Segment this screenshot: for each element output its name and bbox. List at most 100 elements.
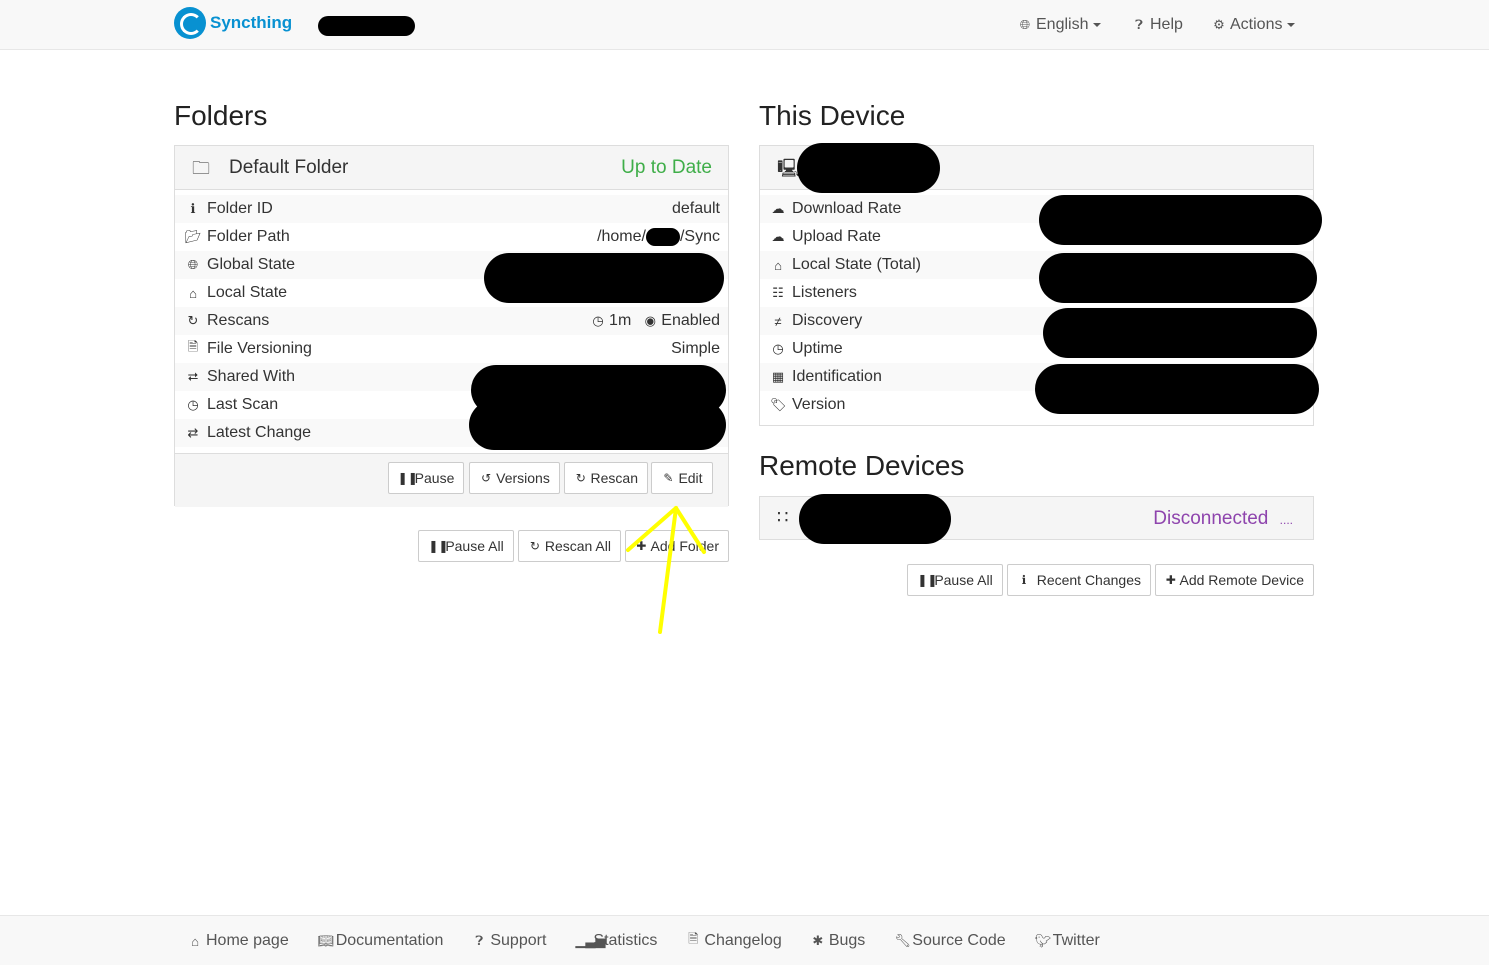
- cloud-upload-icon: ☁: [771, 229, 785, 244]
- globe-icon: 🌐︎: [1019, 17, 1031, 32]
- row-label: Uptime: [792, 340, 843, 357]
- footer-statistics-link[interactable]: ▁▃▅ Statistics: [575, 932, 657, 950]
- link-label: Statistics: [593, 932, 658, 949]
- row-label: Identification: [792, 368, 882, 385]
- recent-changes-button[interactable]: ℹ Recent Changes: [1007, 564, 1151, 596]
- edit-folder-button[interactable]: ✎ Edit: [651, 462, 713, 494]
- link-label: Changelog: [704, 932, 782, 949]
- share-icon: ⮂: [187, 369, 199, 384]
- qrcode-icon: ▦: [771, 369, 785, 384]
- footer-home-link[interactable]: ⌂ Home page: [188, 932, 289, 950]
- link-label: Bugs: [828, 932, 866, 949]
- home-icon: ⌂: [774, 257, 782, 273]
- pause-icon: ❚❚: [428, 539, 449, 553]
- help-menu[interactable]: ❓︎ Help: [1132, 0, 1183, 50]
- redacted-identification-version: [1035, 364, 1319, 414]
- info-circle-icon: ℹ: [190, 201, 196, 216]
- info-circle-icon: ℹ: [1021, 573, 1027, 587]
- row-label: Folder Path: [207, 228, 290, 245]
- eye-icon: ◉: [644, 313, 656, 328]
- twitter-icon: 🐦︎: [1034, 933, 1052, 948]
- rescan-interval: 1m: [609, 312, 632, 329]
- add-remote-device-button[interactable]: ✚ Add Remote Device: [1155, 564, 1314, 596]
- file-text-icon: 🗎︎: [688, 931, 699, 946]
- plus-icon: ✚: [1165, 573, 1176, 587]
- pause-folder-button[interactable]: ❚❚ Pause: [388, 462, 464, 494]
- file-versioning-value: Simple: [671, 340, 720, 357]
- row-label: Local State (Total): [792, 256, 921, 273]
- button-label: Recent Changes: [1036, 572, 1141, 588]
- link-label: Documentation: [335, 932, 444, 949]
- folder-icon: 🗀︎: [192, 158, 210, 178]
- pencil-icon: ✎: [663, 471, 674, 485]
- link-label: Source Code: [912, 932, 1006, 949]
- folder-path-value: /home/ /Sync: [597, 228, 720, 246]
- redacted-device-name: [797, 143, 940, 193]
- rescan-all-button[interactable]: ↻ Rescan All: [518, 530, 621, 562]
- footer-twitter-link[interactable]: 🐦︎ Twitter: [1035, 932, 1100, 950]
- status-text: Disconnected: [1153, 508, 1269, 529]
- row-file-versioning: 🗎︎ File Versioning Simple: [175, 335, 728, 363]
- bug-icon: ✱: [812, 933, 824, 948]
- folder-name: Default Folder: [229, 157, 349, 178]
- row-label: Listeners: [792, 284, 857, 301]
- rescan-folder-button[interactable]: ↻ Rescan: [564, 462, 648, 494]
- tag-icon: 🏷︎: [770, 397, 787, 412]
- folders-heading: Folders: [174, 100, 268, 131]
- button-label: Pause All: [934, 572, 993, 588]
- help-label: Help: [1150, 16, 1183, 33]
- language-label: English: [1036, 16, 1089, 33]
- row-folder-id: ℹ Folder ID default: [175, 195, 728, 223]
- annotation-arrow-icon: [626, 506, 706, 634]
- redacted-scan-values: [469, 400, 726, 450]
- row-label: Shared With: [207, 368, 296, 385]
- pause-all-folders-button[interactable]: ❚❚ Pause All: [418, 530, 514, 562]
- footer-changelog-link[interactable]: 🗎︎ Changelog: [686, 930, 782, 952]
- footer-bugs-link[interactable]: ✱ Bugs: [811, 932, 865, 950]
- folder-status: Up to Date: [621, 157, 712, 178]
- row-label: Rescans: [207, 312, 270, 329]
- row-label: Discovery: [792, 312, 863, 329]
- globe-icon: 🌐︎: [187, 257, 199, 272]
- brand-link[interactable]: Syncthing: [174, 7, 292, 39]
- row-label: Latest Change: [207, 424, 312, 441]
- path-prefix: /home/: [597, 228, 646, 245]
- book-icon: 📖︎: [317, 933, 335, 948]
- row-label: Version: [792, 396, 846, 413]
- footer-documentation-link[interactable]: 📖︎ Documentation: [318, 932, 444, 950]
- folder-open-icon: 📂︎: [185, 229, 202, 244]
- pause-icon: ❚❚: [917, 573, 938, 587]
- refresh-icon: ↻: [575, 471, 586, 485]
- button-label: Pause All: [445, 538, 504, 554]
- redacted-discovery-uptime: [1043, 308, 1317, 358]
- folder-panel-header[interactable]: 🗀︎ Default Folder Up to Date: [175, 146, 728, 190]
- button-label: Pause: [414, 470, 455, 486]
- link-label: Twitter: [1052, 932, 1100, 949]
- pause-all-devices-button[interactable]: ❚❚ Pause All: [907, 564, 1003, 596]
- button-label: Versions: [496, 470, 550, 486]
- versions-button[interactable]: ↺ Versions: [469, 462, 560, 494]
- caret-down-icon: [1093, 23, 1102, 27]
- actions-menu[interactable]: ⚙︎ Actions: [1212, 0, 1296, 50]
- folder-id-value: default: [671, 200, 720, 217]
- clock-icon: ◷: [187, 397, 199, 412]
- footer-links: ⌂ Home page 📖︎ Documentation ❓︎ Support ▁▃▅…: [188, 916, 1129, 965]
- row-label: File Versioning: [207, 340, 312, 357]
- language-menu[interactable]: 🌐︎ English: [1018, 0, 1102, 50]
- path-suffix: /Sync: [679, 228, 720, 245]
- cloud-download-icon: ☁: [771, 201, 785, 216]
- caret-down-icon: [1287, 23, 1296, 27]
- footer-source-code-link[interactable]: 🔧︎ Source Code: [894, 932, 1005, 950]
- status-suffix: ....: [1279, 513, 1293, 527]
- button-label: Rescan: [590, 470, 638, 486]
- top-navbar: Syncthing 🌐︎ English ❓︎ Help ⚙︎ Actions: [0, 0, 1489, 50]
- row-folder-path: 📂︎ Folder Path /home/ /Sync: [175, 223, 728, 251]
- link-label: Home page: [206, 932, 289, 949]
- row-label: Global State: [207, 256, 296, 273]
- file-icon: 🗎︎: [187, 339, 199, 354]
- footer-support-link[interactable]: ❓︎ Support: [472, 932, 546, 950]
- redacted-remote-device-name: [799, 494, 951, 544]
- remote-devices-heading: Remote Devices: [759, 450, 965, 481]
- button-label: Add Remote Device: [1179, 572, 1304, 588]
- button-label: Edit: [678, 470, 703, 486]
